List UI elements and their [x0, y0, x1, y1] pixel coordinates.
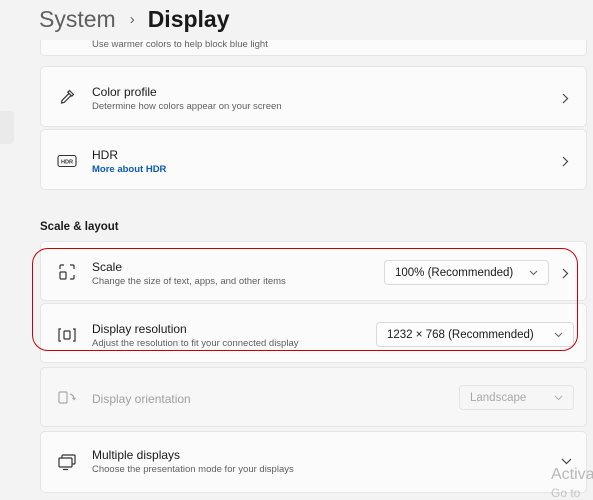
breadcrumb-overlay: System › Display: [39, 3, 230, 35]
activation-watermark: Activa: [551, 466, 593, 483]
color-profile-title: Color profile: [92, 85, 157, 99]
multiple-displays-title: Multiple displays: [92, 448, 181, 462]
sidebar-selected-item[interactable]: [0, 111, 14, 144]
night-light-subtitle: Use warmer colors to help block blue lig…: [92, 39, 268, 50]
eyedropper-icon: [55, 86, 79, 108]
resolution-dropdown[interactable]: 1232 × 768 (Recommended): [376, 322, 574, 347]
card-multiple-displays[interactable]: Multiple displays Choose the presentatio…: [40, 431, 587, 493]
scale-icon: [55, 261, 79, 283]
color-profile-subtitle: Determine how colors appear on your scre…: [92, 101, 282, 112]
resolution-icon: [55, 324, 79, 346]
svg-text:HDR: HDR: [61, 160, 73, 166]
orientation-dropdown-value: Landscape: [470, 391, 527, 404]
multiple-displays-subtitle: Choose the presentation mode for your di…: [92, 464, 294, 475]
card-display-orientation[interactable]: Display orientation Landscape: [40, 367, 587, 427]
breadcrumb-separator: ›: [129, 10, 135, 28]
hdr-icon: HDR: [55, 150, 79, 172]
card-display-resolution[interactable]: Display resolution Adjust the resolution…: [40, 303, 587, 363]
card-hdr[interactable]: HDR HDR More about HDR: [40, 129, 587, 190]
orientation-dropdown[interactable]: Landscape: [459, 385, 574, 410]
scale-subtitle: Change the size of text, apps, and other…: [92, 276, 286, 287]
scale-dropdown[interactable]: 100% (Recommended): [384, 260, 549, 285]
card-scale[interactable]: Scale Change the size of text, apps, and…: [40, 241, 587, 301]
display-orientation-title: Display orientation: [92, 392, 191, 406]
scale-dropdown-value: 100% (Recommended): [395, 266, 514, 279]
display-resolution-subtitle: Adjust the resolution to fit your connec…: [92, 338, 299, 349]
chevron-down-icon: [554, 393, 563, 402]
chevron-down-icon: [554, 330, 563, 339]
chevron-down-icon: [529, 268, 538, 277]
breadcrumb-system[interactable]: System: [39, 6, 116, 33]
display-resolution-title: Display resolution: [92, 322, 187, 336]
hdr-title: HDR: [92, 148, 118, 162]
chevron-right-icon: [560, 154, 570, 168]
section-heading-scale-layout: Scale & layout: [40, 221, 119, 233]
card-color-profile[interactable]: Color profile Determine how colors appea…: [40, 66, 587, 127]
chevron-right-icon: [560, 266, 570, 280]
chevron-right-icon: [560, 91, 570, 105]
orientation-icon: [55, 387, 79, 409]
resolution-dropdown-value: 1232 × 768 (Recommended): [387, 328, 534, 341]
scale-title: Scale: [92, 260, 123, 274]
more-about-hdr-link[interactable]: More about HDR: [92, 164, 166, 175]
activation-watermark-subtext: Go to: [551, 486, 581, 500]
page-title: Display: [147, 5, 230, 32]
multiple-displays-icon: [55, 451, 79, 473]
